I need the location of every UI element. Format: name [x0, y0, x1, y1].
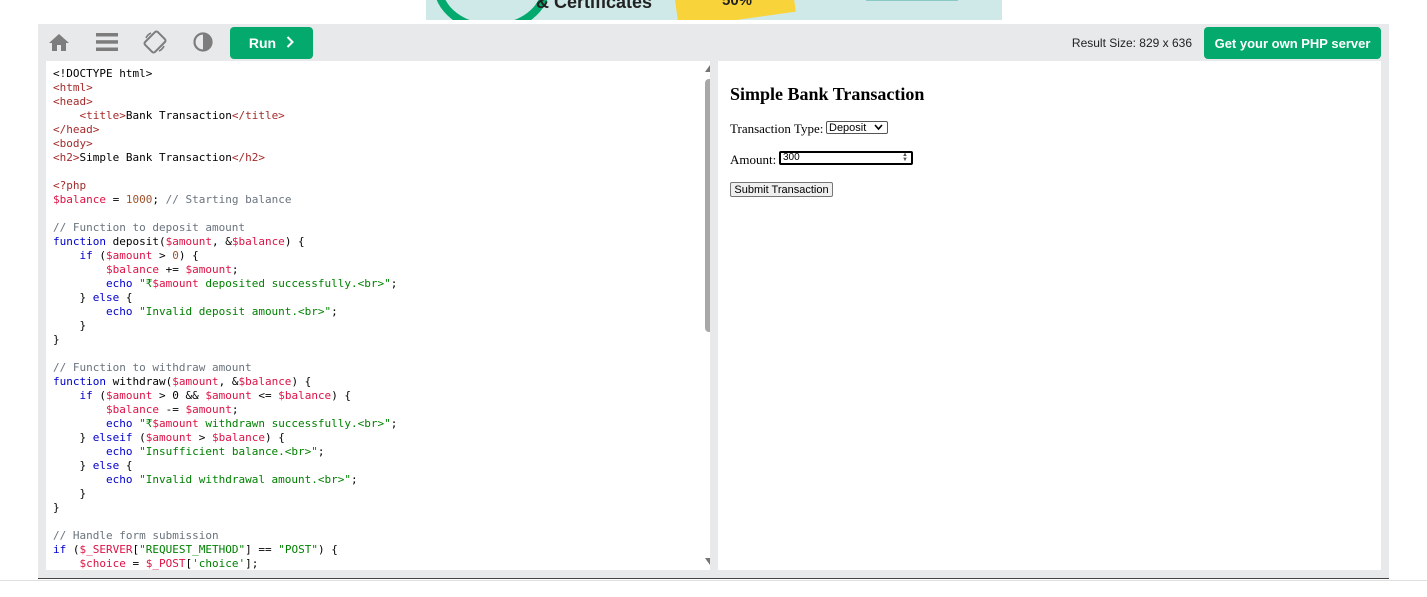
scroll-thumb[interactable]: [705, 79, 710, 332]
code-editor[interactable]: <!DOCTYPE html> <html> <head> <title>Bank …: [46, 61, 710, 570]
code-line[interactable]: [53, 165, 397, 179]
home-icon[interactable]: [46, 30, 72, 54]
code-line[interactable]: function withdraw($amount, &$balance) {: [53, 375, 397, 389]
ad-link-underline[interactable]: [866, 0, 958, 1]
divider-line: [38, 578, 1389, 579]
scroll-up-arrow-icon[interactable]: [705, 65, 710, 72]
chevron-down-icon: [874, 123, 883, 134]
ad-badge-text: 50%: [722, 0, 753, 9]
code-line[interactable]: echo "Insufficient balance.<br>";: [53, 445, 397, 459]
code-line[interactable]: echo "₹$amount deposited successfully.<b…: [53, 277, 397, 291]
run-label: Run: [248, 35, 277, 51]
transaction-type-select[interactable]: Deposit: [826, 121, 888, 134]
code-line[interactable]: <?php: [53, 179, 397, 193]
scroll-down-arrow-icon[interactable]: [705, 558, 710, 565]
code-line[interactable]: $choice = $_POST['choice'];: [53, 557, 397, 570]
transaction-type-label: Transaction Type:: [730, 121, 824, 136]
code-line[interactable]: echo "₹$amount withdrawn successfully.<b…: [53, 417, 397, 431]
code-line[interactable]: echo "Invalid deposit amount.<br>";: [53, 305, 397, 319]
code-line[interactable]: // Handle form submission: [53, 529, 397, 543]
code-line[interactable]: </head>: [53, 123, 397, 137]
code-line[interactable]: <html>: [53, 81, 397, 95]
chevron-right-icon: [286, 35, 295, 51]
ad-ring-graphic: [434, 0, 550, 20]
result-size-label: Result Size: 829 x 636: [1071, 36, 1192, 50]
result-panel: Simple Bank Transaction Transaction Type…: [718, 61, 1381, 570]
amount-value: 300: [783, 152, 800, 163]
amount-label: Amount:: [730, 152, 777, 167]
code-line[interactable]: <!DOCTYPE html>: [53, 67, 397, 81]
submit-transaction-button[interactable]: Submit Transaction: [730, 182, 833, 197]
divider-line-light: [0, 580, 1427, 581]
transaction-type-value: Deposit: [829, 121, 867, 134]
code-line[interactable]: if ($amount > 0) {: [53, 249, 397, 263]
code-line[interactable]: }: [53, 501, 397, 515]
ad-headline: & Certificates: [536, 0, 653, 12]
rotate-icon[interactable]: [142, 30, 168, 54]
code-line[interactable]: } else {: [53, 459, 397, 473]
code-line[interactable]: }: [53, 487, 397, 501]
code-line[interactable]: function deposit($amount, &$balance) {: [53, 235, 397, 249]
run-button[interactable]: Run: [230, 27, 313, 59]
code-line[interactable]: echo "Invalid withdrawal amount.<br>";: [53, 473, 397, 487]
code-line[interactable]: [53, 207, 397, 221]
code-line[interactable]: }: [53, 333, 397, 347]
code-line[interactable]: $balance += $amount;: [53, 263, 397, 277]
code-line[interactable]: // Function to deposit amount: [53, 221, 397, 235]
code-line[interactable]: [53, 347, 397, 361]
code-line[interactable]: $balance = 1000; // Starting balance: [53, 193, 397, 207]
code-line[interactable]: [53, 515, 397, 529]
contrast-icon[interactable]: [190, 30, 216, 54]
toolbar: Run Result Size: 829 x 636 Get your own …: [38, 24, 1389, 61]
ad-banner[interactable]: & Certificates 50%: [426, 0, 1002, 20]
menu-icon[interactable]: [94, 30, 120, 54]
get-php-server-button[interactable]: Get your own PHP server: [1204, 27, 1381, 59]
result-heading: Simple Bank Transaction: [730, 84, 925, 104]
code-line[interactable]: } elseif ($amount > $balance) {: [53, 431, 397, 445]
tryit-frame: Run Result Size: 829 x 636 Get your own …: [38, 24, 1389, 578]
code-text[interactable]: <!DOCTYPE html> <html> <head> <title>Bank …: [53, 67, 397, 570]
code-line[interactable]: <head>: [53, 95, 397, 109]
code-line[interactable]: if ($amount > 0 && $amount <= $balance) …: [53, 389, 397, 403]
code-line[interactable]: <h2>Simple Bank Transaction</h2>: [53, 151, 397, 165]
code-line[interactable]: <body>: [53, 137, 397, 151]
spinner-arrows-icon[interactable]: ▲ ▼: [901, 152, 909, 163]
code-line[interactable]: if ($_SERVER["REQUEST_METHOD"] == "POST"…: [53, 543, 397, 557]
amount-input[interactable]: 300 ▲ ▼: [779, 151, 913, 165]
code-line[interactable]: } else {: [53, 291, 397, 305]
code-line[interactable]: $balance -= $amount;: [53, 403, 397, 417]
editor-scrollbar[interactable]: [702, 61, 710, 570]
code-line[interactable]: // Function to withdraw amount: [53, 361, 397, 375]
code-line[interactable]: }: [53, 319, 397, 333]
code-line[interactable]: <title>Bank Transaction</title>: [53, 109, 397, 123]
